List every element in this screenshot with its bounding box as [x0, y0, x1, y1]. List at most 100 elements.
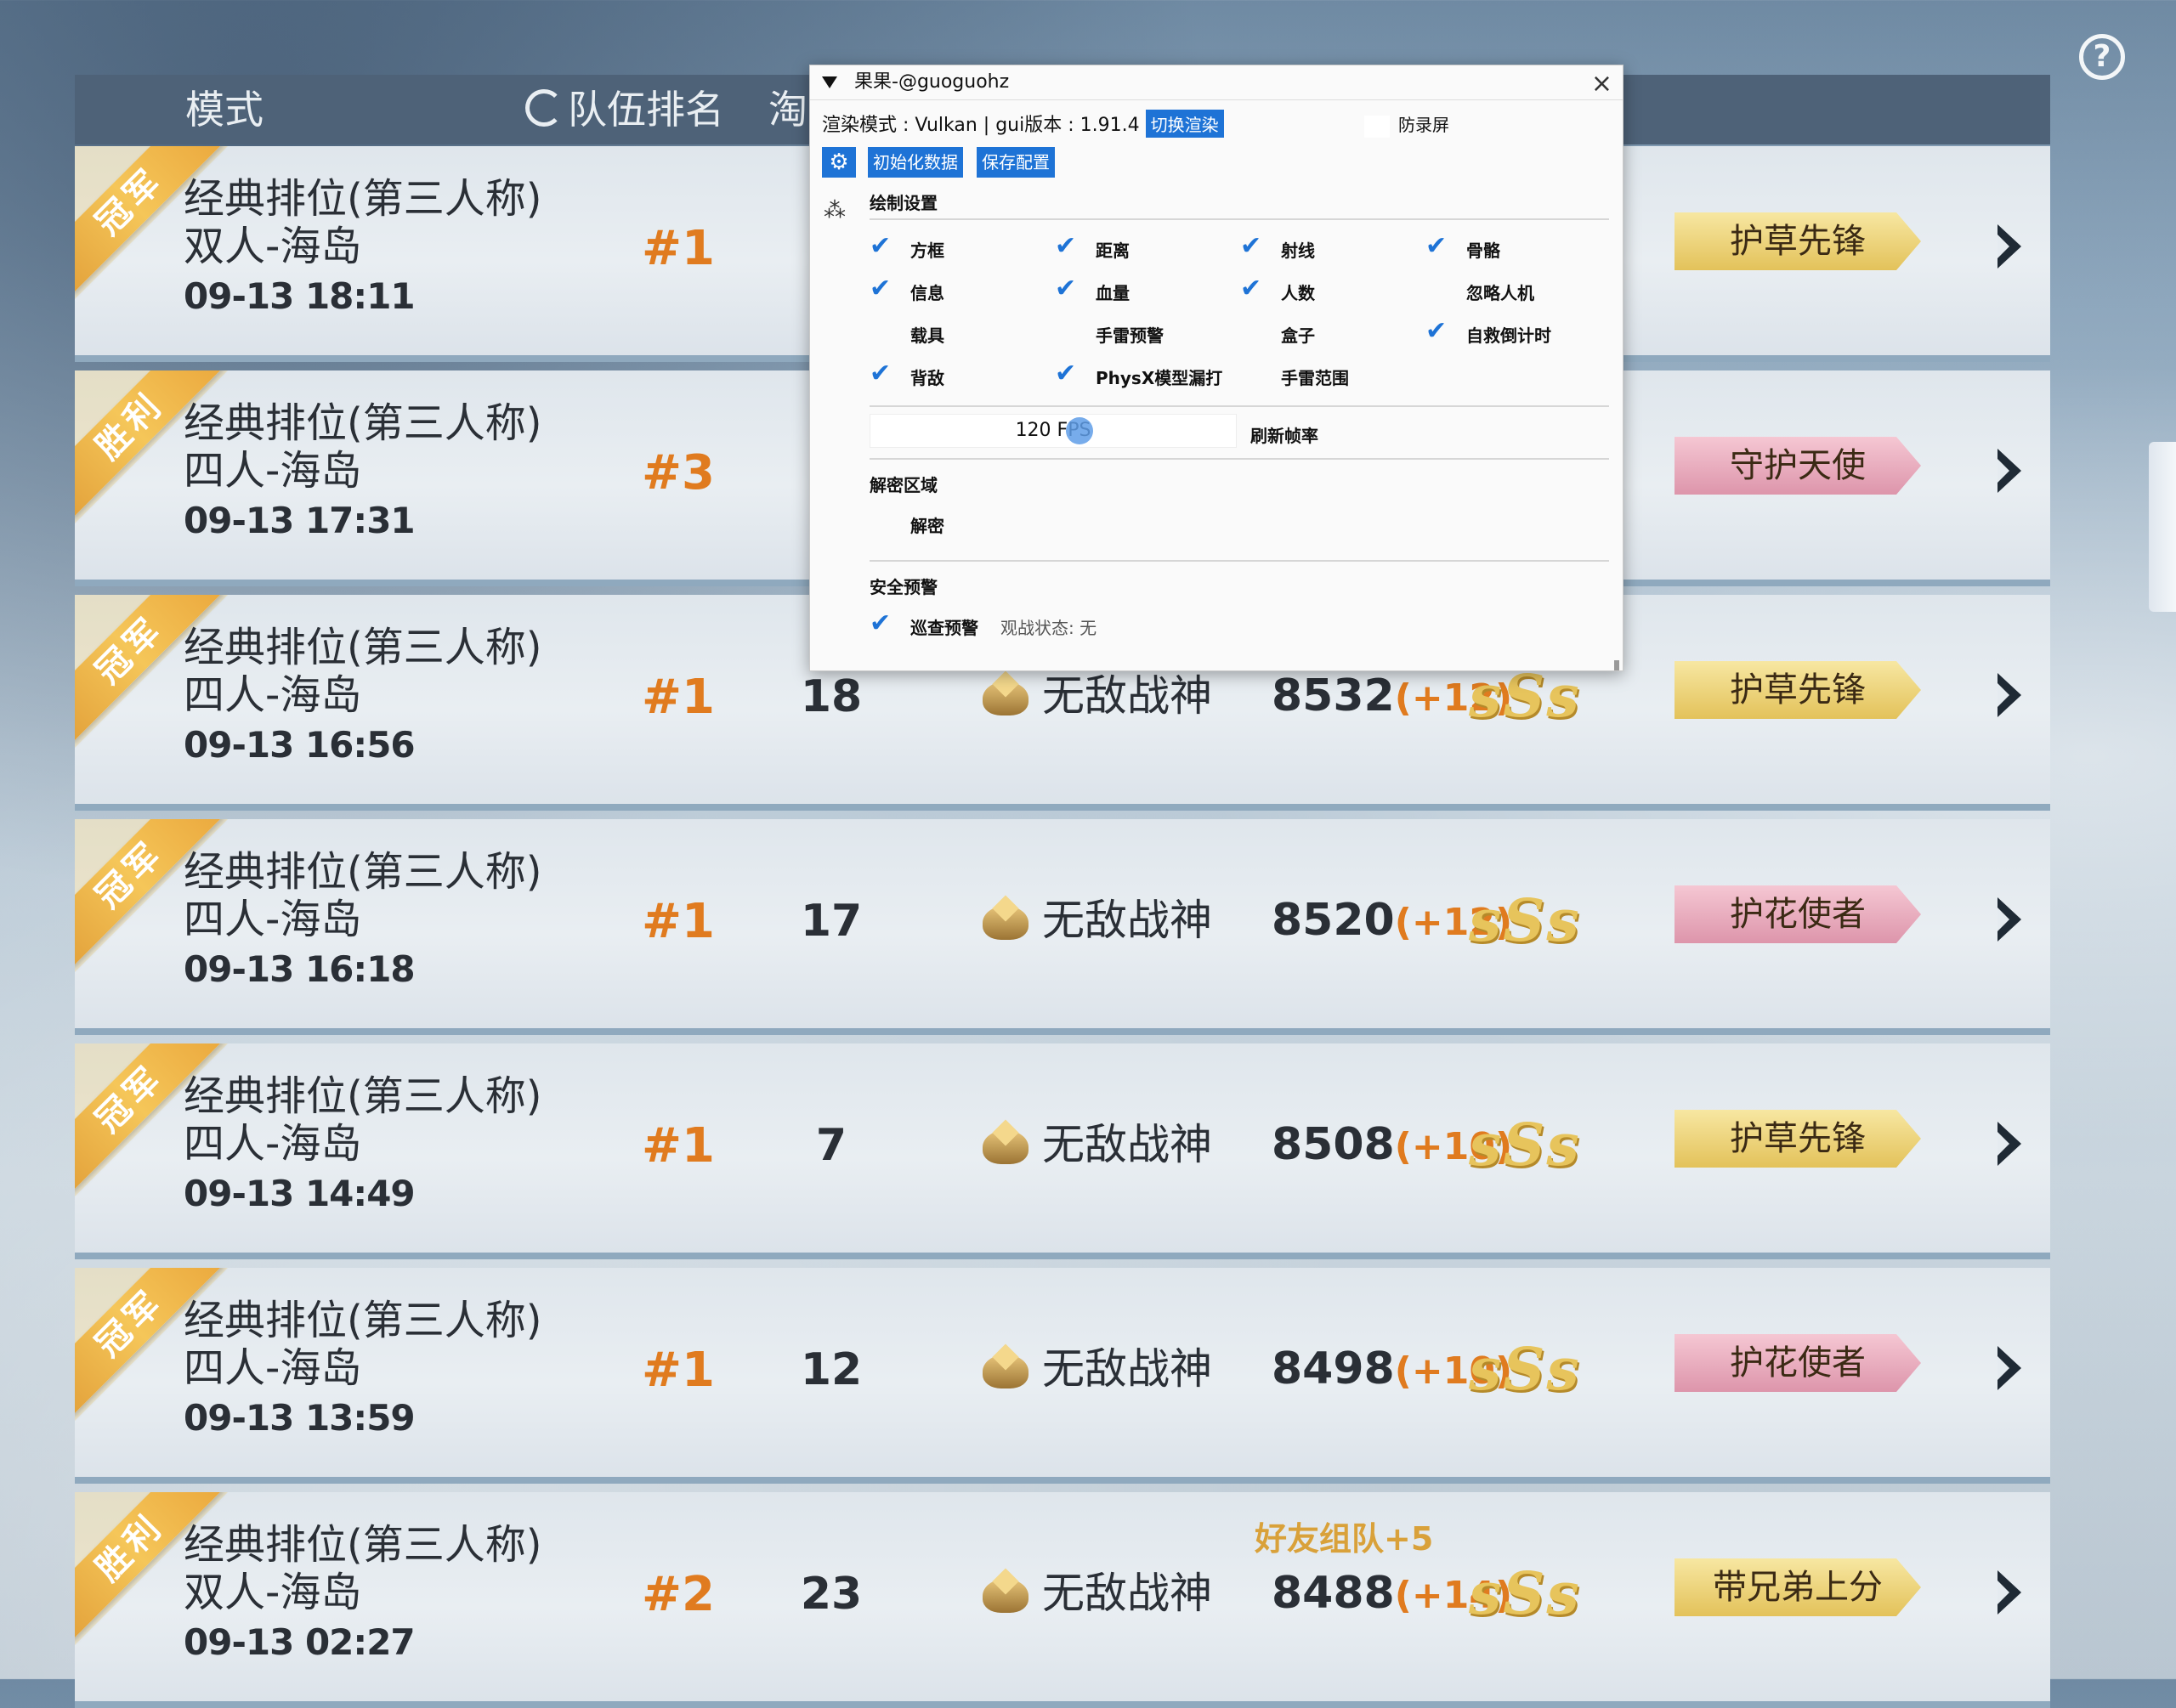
option-checkbox[interactable]	[1240, 359, 1269, 388]
achievement-tag: 护花使者	[1674, 1334, 1921, 1392]
points-value: 8508	[1272, 1119, 1395, 1170]
option-checkbox[interactable]	[1425, 274, 1454, 303]
option-checkbox[interactable]: ✔	[1055, 274, 1084, 303]
decrypt-checkbox[interactable]	[870, 507, 898, 536]
chevron-right-icon[interactable]	[1998, 1346, 2021, 1390]
fps-slider-knob[interactable]	[1066, 417, 1093, 444]
tier-badge-icon	[979, 899, 1032, 948]
divider	[870, 560, 1609, 562]
option-checkbox[interactable]: ✔	[1425, 232, 1454, 261]
tier: 无敌战神	[979, 666, 1212, 726]
sss-grade: sSs	[1469, 1336, 1581, 1404]
check-icon: ✔	[1240, 231, 1262, 261]
eliminations: 18	[800, 671, 863, 722]
option-checkbox[interactable]: ✔	[1055, 232, 1084, 261]
chevron-right-icon[interactable]	[1998, 897, 2021, 942]
check-icon: ✔	[870, 359, 892, 388]
team-rank: #1	[642, 670, 715, 725]
option-label: 距离	[1096, 240, 1130, 261]
resize-grip[interactable]	[1614, 660, 1619, 670]
option-checkbox[interactable]: ✔	[1240, 274, 1269, 303]
chevron-right-icon[interactable]	[1998, 1570, 2021, 1615]
match-row[interactable]: 冠军 经典排位(第三人称) 四人-海岛 09-13 13:59 #1 12 无敌战神 8498…	[75, 1268, 2050, 1484]
divider	[870, 458, 1609, 460]
mode-map: 四人-海岛	[184, 447, 362, 495]
match-datetime: 09-13 02:27	[184, 1621, 416, 1663]
tier-badge-icon	[979, 675, 1032, 724]
tier-badge-icon	[979, 1123, 1032, 1173]
check-icon: ✔	[1425, 231, 1448, 261]
mode-map: 双人-海岛	[184, 1569, 362, 1616]
chevron-right-icon[interactable]	[1998, 673, 2021, 717]
option-label: 骨骼	[1466, 240, 1500, 261]
match-datetime: 09-13 16:56	[184, 724, 416, 766]
option-label: 背敌	[910, 368, 944, 388]
help-icon[interactable]: ?	[2079, 34, 2125, 80]
render-info-line: 渲染模式 : Vulkan | gui版本 : 1.91.4 切换渲染	[822, 110, 1224, 138]
team-rank: #1	[642, 894, 715, 949]
cubes-icon[interactable]: ⁂	[824, 198, 846, 223]
chevron-right-icon[interactable]	[1998, 224, 2021, 269]
tier-label: 无敌战神	[1042, 1344, 1212, 1394]
mode-title: 经典排位(第三人称)	[184, 1297, 542, 1344]
team-rank: #1	[642, 221, 715, 276]
decrypt-label: 解密	[910, 516, 944, 536]
fps-slider[interactable]: 120 FPS	[870, 414, 1237, 448]
save-config-button[interactable]: 保存配置	[977, 147, 1055, 178]
tier: 无敌战神	[979, 1115, 1212, 1174]
chevron-right-icon[interactable]	[1998, 449, 2021, 493]
achievement-tag: 护花使者	[1674, 885, 1921, 943]
option-label: 忽略人机	[1466, 283, 1534, 303]
tier-label: 无敌战神	[1042, 896, 1212, 945]
option-label: 人数	[1281, 283, 1315, 303]
chevron-right-icon[interactable]	[1998, 1122, 2021, 1166]
mode-map: 双人-海岛	[184, 223, 362, 270]
option-checkbox[interactable]	[1240, 317, 1269, 346]
patrol-checkbox[interactable]: ✔	[870, 609, 898, 638]
team-rank: #3	[642, 445, 715, 501]
spectate-status: 观战状态: 无	[1000, 618, 1097, 638]
mode-title: 经典排位(第三人称)	[184, 1521, 542, 1569]
mode-map: 四人-海岛	[184, 671, 362, 719]
switch-render-button[interactable]: 切换渲染	[1145, 110, 1224, 138]
settings-gear-icon[interactable]: ⚙	[822, 147, 856, 178]
option-checkbox[interactable]: ✔	[1425, 317, 1454, 346]
option-checkbox[interactable]: ✔	[1240, 232, 1269, 261]
option-checkbox[interactable]: ✔	[870, 232, 898, 261]
team-rank-label: 队伍排名	[568, 87, 724, 133]
match-row[interactable]: 胜利 经典排位(第三人称) 双人-海岛 09-13 02:27 #2 23 无敌战神 8488…	[75, 1492, 2050, 1708]
anti-record-checkbox[interactable]	[1364, 115, 1390, 138]
option-label: 方框	[910, 240, 944, 261]
team-rank-column-header[interactable]: 队伍排名	[525, 75, 724, 144]
match-datetime: 09-13 18:11	[184, 275, 416, 317]
points-value: 8488	[1272, 1568, 1395, 1619]
option-checkbox[interactable]	[1055, 317, 1084, 346]
mode-title: 经典排位(第三人称)	[184, 1072, 542, 1120]
match-datetime: 09-13 17:31	[184, 500, 416, 541]
refresh-icon[interactable]	[525, 89, 563, 127]
close-icon[interactable]: ×	[1591, 69, 1612, 99]
init-data-button[interactable]: 初始化数据	[868, 147, 963, 178]
match-row[interactable]: 冠军 经典排位(第三人称) 四人-海岛 09-13 14:49 #1 7 无敌战神 8508(…	[75, 1043, 2050, 1259]
option-checkbox[interactable]: ✔	[870, 359, 898, 388]
collapse-icon[interactable]	[822, 76, 837, 88]
overlay-titlebar[interactable]: 果果-@guoguohz	[810, 65, 1623, 100]
tier-label: 无敌战神	[1042, 1120, 1212, 1169]
tier-label: 无敌战神	[1042, 1569, 1212, 1618]
cheat-overlay-window: 果果-@guoguohz × 渲染模式 : Vulkan | gui版本 : 1…	[809, 65, 1624, 671]
option-checkbox[interactable]: ✔	[1055, 359, 1084, 388]
match-mode: 经典排位(第三人称) 四人-海岛	[184, 399, 541, 495]
check-icon: ✔	[1055, 359, 1077, 388]
mode-title: 经典排位(第三人称)	[184, 399, 542, 447]
tier: 无敌战神	[979, 1564, 1212, 1623]
anti-record-toggle[interactable]: 防录屏	[1364, 111, 1449, 138]
safety-section-heading: 安全预警	[870, 577, 938, 597]
option-checkbox[interactable]	[870, 317, 898, 346]
match-row[interactable]: 冠军 经典排位(第三人称) 四人-海岛 09-13 16:18 #1 17 无敌战神 8520…	[75, 819, 2050, 1035]
option-label: 信息	[910, 283, 944, 303]
mode-title: 经典排位(第三人称)	[184, 175, 542, 223]
check-icon: ✔	[1425, 316, 1448, 346]
achievement-tag: 护草先锋	[1674, 212, 1921, 270]
option-checkbox[interactable]: ✔	[870, 274, 898, 303]
tier-badge-icon	[979, 1572, 1032, 1621]
